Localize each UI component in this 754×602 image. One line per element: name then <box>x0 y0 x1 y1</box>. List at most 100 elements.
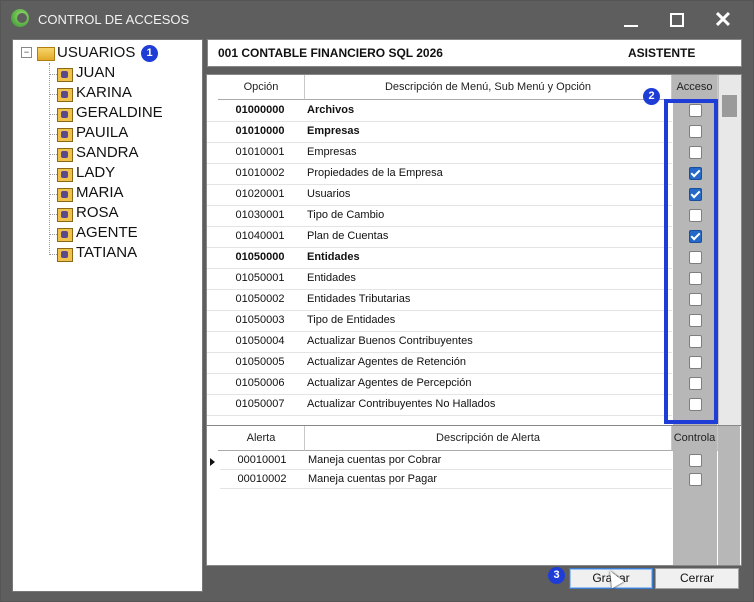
menu-row[interactable]: 01000000 Archivos <box>207 100 672 122</box>
user-icon <box>57 228 73 242</box>
tree-connector <box>49 154 57 155</box>
column-header-opcion[interactable]: Opción <box>218 75 305 100</box>
tree-user-node[interactable]: KARINA <box>76 84 132 104</box>
menu-row[interactable]: 01010002 Propiedades de la Empresa <box>207 163 672 185</box>
column-header-descripcion[interactable]: Descripción de Menú, Sub Menú y Opción <box>305 75 672 100</box>
tree-user-node[interactable]: ROSA <box>76 204 119 224</box>
menu-option-description: Entidades Tributarias <box>307 293 411 305</box>
controla-column <box>673 450 717 565</box>
alert-row[interactable]: 00010001 Maneja cuentas por Cobrar <box>220 451 672 470</box>
user-icon <box>57 208 73 222</box>
tree-user-node[interactable]: TATIANA <box>76 244 137 264</box>
tree-user-node[interactable]: MARIA <box>76 184 124 204</box>
user-icon <box>57 248 73 262</box>
menu-row[interactable]: 01050005 Actualizar Agentes de Retención <box>207 352 672 374</box>
minimize-icon <box>624 25 638 27</box>
menu-option-code: 01050005 <box>235 356 285 368</box>
tree-user-node[interactable]: LADY <box>76 164 115 184</box>
alert-code: 00010002 <box>237 473 287 485</box>
window-title: CONTROL DE ACCESOS <box>38 12 190 27</box>
scrollbar-thumb[interactable] <box>722 95 737 117</box>
controla-checkbox[interactable] <box>689 454 702 467</box>
user-icon <box>57 128 73 142</box>
app-logo-icon <box>11 9 29 27</box>
menu-option-description: Empresas <box>307 146 357 158</box>
menu-option-code: 01000000 <box>235 104 285 116</box>
user-role: ASISTENTE <box>628 46 696 60</box>
user-icon <box>57 148 73 162</box>
folder-icon <box>37 47 55 61</box>
tree-connector <box>49 94 57 95</box>
menu-option-code: 01050007 <box>235 398 285 410</box>
tree-root-usuarios[interactable]: USUARIOS <box>57 44 135 64</box>
current-row-indicator-icon <box>210 458 215 466</box>
menu-option-description: Tipo de Entidades <box>307 314 396 326</box>
menu-row[interactable]: 01050001 Entidades <box>207 268 672 290</box>
user-icon <box>57 88 73 102</box>
menu-option-code: 01010000 <box>235 125 285 137</box>
menu-option-description: Tipo de Cambio <box>307 209 385 221</box>
menu-option-description: Actualizar Agentes de Retención <box>307 356 466 368</box>
close-button[interactable]: Cerrar <box>655 568 739 589</box>
menu-option-description: Actualizar Contribuyentes No Hallados <box>307 398 496 410</box>
collapse-icon[interactable]: − <box>21 47 32 58</box>
tree-connector <box>49 114 57 115</box>
tree-connector <box>49 254 57 255</box>
menu-row[interactable]: 01050007 Actualizar Contribuyentes No Hal… <box>207 394 672 416</box>
tree-connector <box>49 63 50 253</box>
close-window-button[interactable]: ✕ <box>710 9 736 31</box>
alerts-grid-scrollbar[interactable] <box>718 426 740 565</box>
column-header-descripcion-alerta[interactable]: Descripción de Alerta <box>305 426 672 451</box>
menu-option-code: 01020001 <box>235 188 285 200</box>
menu-row[interactable]: 01010001 Empresas <box>207 142 672 164</box>
menu-option-code: 01040001 <box>235 230 285 242</box>
menu-option-code: 01010002 <box>235 167 285 179</box>
menu-row[interactable]: 01050004 Actualizar Buenos Contribuyentes <box>207 331 672 353</box>
controla-checkbox[interactable] <box>689 473 702 486</box>
alert-row[interactable]: 00010002 Maneja cuentas por Pagar <box>220 470 672 489</box>
menu-option-description: Entidades <box>307 272 356 284</box>
menu-row[interactable]: 01050006 Actualizar Agentes de Percepción <box>207 373 672 395</box>
maximize-button[interactable] <box>664 9 690 31</box>
tree-user-node[interactable]: GERALDINE <box>76 104 163 124</box>
acceso-highlight-box <box>664 99 718 424</box>
menu-grid-scrollbar[interactable] <box>718 75 741 425</box>
menu-option-code: 01050006 <box>235 377 285 389</box>
menu-option-code: 01050001 <box>235 272 285 284</box>
menu-option-description: Plan de Cuentas <box>307 230 389 242</box>
menu-option-description: Propiedades de la Empresa <box>307 167 443 179</box>
step-badge-1: 1 <box>141 45 158 62</box>
tree-connector <box>49 234 57 235</box>
tree-user-node[interactable]: PAUILA <box>76 124 128 144</box>
menu-row[interactable]: 01050002 Entidades Tributarias <box>207 289 672 311</box>
menu-row[interactable]: 01050003 Tipo de Entidades <box>207 310 672 332</box>
tree-user-node[interactable]: AGENTE <box>76 224 138 244</box>
column-header-alerta[interactable]: Alerta <box>218 426 305 451</box>
title-bar: CONTROL DE ACCESOS ✕ <box>1 1 753 37</box>
menu-row[interactable]: 01040001 Plan de Cuentas <box>207 226 672 248</box>
tree-connector <box>49 134 57 135</box>
menu-row[interactable]: 01020001 Usuarios <box>207 184 672 206</box>
column-header-acceso[interactable]: Acceso <box>672 75 718 100</box>
alerts-grid: Alerta Descripción de Alerta Controla 00… <box>206 425 742 566</box>
menu-option-description: Entidades <box>307 251 360 263</box>
company-name: 001 CONTABLE FINANCIERO SQL 2026 <box>218 46 443 60</box>
menu-option-description: Actualizar Buenos Contribuyentes <box>307 335 473 347</box>
alert-code: 00010001 <box>237 454 287 466</box>
menu-option-code: 01050002 <box>235 293 285 305</box>
menu-row[interactable]: 01010000 Empresas <box>207 121 672 143</box>
menu-option-description: Actualizar Agentes de Percepción <box>307 377 472 389</box>
tree-connector <box>49 174 57 175</box>
menu-row[interactable]: 01030001 Tipo de Cambio <box>207 205 672 227</box>
user-icon <box>57 188 73 202</box>
user-icon <box>57 168 73 182</box>
menu-option-description: Archivos <box>307 104 355 116</box>
tree-user-node[interactable]: SANDRA <box>76 144 139 164</box>
user-icon <box>57 68 73 82</box>
tree-connector <box>49 74 57 75</box>
menu-option-description: Empresas <box>307 125 360 137</box>
minimize-button[interactable] <box>618 9 644 31</box>
menu-row[interactable]: 01050000 Entidades <box>207 247 672 269</box>
column-header-controla[interactable]: Controla <box>672 426 718 451</box>
tree-user-node[interactable]: JUAN <box>76 64 115 84</box>
